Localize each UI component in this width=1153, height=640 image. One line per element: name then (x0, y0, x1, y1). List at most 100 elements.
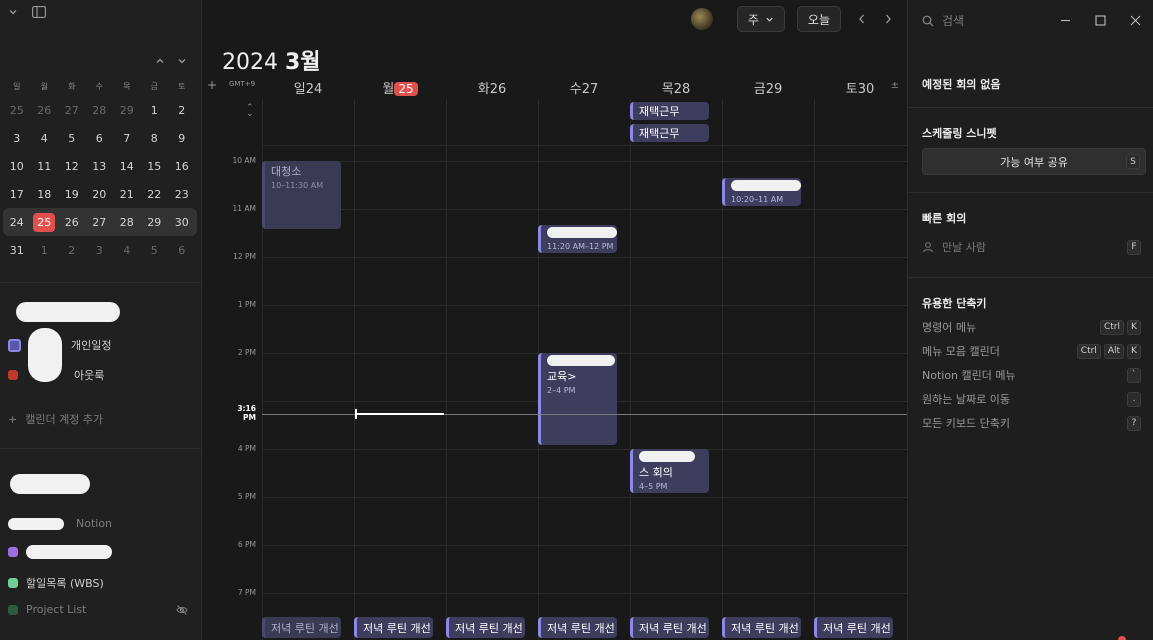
mini-calendar-day[interactable]: 29 (141, 216, 169, 229)
database-item-wbs[interactable]: 할일목록 (WBS) (8, 575, 104, 591)
mini-calendar-day[interactable]: 12 (58, 160, 86, 173)
mini-calendar-day[interactable]: 31 (3, 244, 31, 257)
day-header-0[interactable]: 일24 (262, 78, 354, 97)
mini-calendar-day[interactable]: 15 (141, 160, 169, 173)
mini-calendar-day[interactable]: 26 (58, 216, 86, 229)
mini-calendar-day[interactable]: 18 (31, 188, 59, 201)
mini-calendar-day[interactable]: 3 (86, 244, 114, 257)
mini-calendar-day[interactable]: 21 (113, 188, 141, 201)
mini-calendar-day[interactable]: 9 (168, 132, 196, 145)
event[interactable]: 11:20 AM–12 PM (538, 225, 617, 253)
event-time: 10–11:30 AM (271, 181, 324, 190)
event-evening-routine[interactable]: 저녁 루틴 개선 (814, 617, 893, 638)
mini-calendar-day[interactable]: 11 (31, 160, 59, 173)
mini-calendar-day[interactable]: 17 (3, 188, 31, 201)
time-grid[interactable]: ⌃ ⌄ 재택근무 재택근무 대청소 10–11:30 AM 10:20–11 AM… (202, 99, 907, 640)
mini-calendar-day[interactable]: 27 (58, 104, 86, 117)
event-cleaning[interactable]: 대청소 10–11:30 AM (262, 161, 341, 229)
day-number: 2 (178, 103, 186, 117)
event-evening-routine[interactable]: 저녁 루틴 개선 (630, 617, 709, 638)
mini-calendar-day[interactable]: 14 (113, 160, 141, 173)
mini-calendar-day[interactable]: 27 (86, 216, 114, 229)
mini-calendar-day[interactable]: 29 (113, 104, 141, 117)
calendar-label: 아웃룩 (74, 369, 105, 382)
event-remote-work[interactable]: 재택근무 (630, 102, 709, 120)
mini-calendar-day[interactable]: 6 (86, 132, 114, 145)
database-item[interactable] (8, 545, 112, 559)
database-item-project-list[interactable]: Project List (8, 603, 188, 616)
mini-calendar-day[interactable]: 6 (168, 244, 196, 257)
event[interactable]: 10:20–11 AM (722, 178, 801, 206)
sidebar-toggle-icon[interactable] (32, 6, 46, 18)
mini-calendar-day[interactable]: 26 (31, 104, 59, 117)
add-calendar-account-button[interactable]: + 캘린더 계정 추가 (8, 411, 103, 427)
maximize-icon[interactable] (1095, 15, 1106, 26)
event-remote-work[interactable]: 재택근무 (630, 124, 709, 142)
shortcut-label: 모든 키보드 단축키 (922, 417, 1010, 430)
chevron-left-icon[interactable] (857, 13, 867, 25)
day-number: 25 (9, 103, 24, 117)
plus-icon[interactable]: + (207, 78, 217, 92)
avatar[interactable] (690, 8, 713, 30)
chevron-down-icon[interactable] (177, 56, 187, 66)
checkbox-icon[interactable] (8, 338, 21, 352)
mini-calendar-today[interactable]: 25 (31, 212, 59, 232)
mini-calendar-day[interactable]: 28 (113, 216, 141, 229)
expand-icon[interactable]: ± (891, 80, 899, 91)
mini-calendar-day[interactable]: 23 (168, 188, 196, 201)
search-icon[interactable] (922, 15, 934, 27)
today-button[interactable]: 오늘 (796, 6, 841, 32)
mini-calendar-day[interactable]: 4 (113, 244, 141, 257)
close-icon[interactable] (1130, 15, 1141, 26)
event-training[interactable]: 교육> 2–4 PM (538, 353, 617, 445)
mini-calendar-day[interactable]: 8 (141, 132, 169, 145)
mini-calendar-day[interactable]: 1 (141, 104, 169, 117)
mini-calendar-day[interactable]: 5 (58, 132, 86, 145)
chevron-down-icon[interactable] (8, 6, 18, 18)
event-evening-routine[interactable]: 저녁 루틴 개선 (446, 617, 525, 638)
mini-calendar-day[interactable]: 25 (3, 104, 31, 117)
meet-with-input[interactable]: 만날 사람 F (922, 239, 1141, 255)
event-evening-routine[interactable]: 저녁 루틴 개선 (538, 617, 617, 638)
mini-calendar-day[interactable]: 5 (141, 244, 169, 257)
event-evening-routine[interactable]: 저녁 루틴 개선 (722, 617, 801, 638)
chevron-up-icon[interactable] (155, 56, 165, 66)
mini-calendar-day[interactable]: 22 (141, 188, 169, 201)
search-input[interactable]: 검색 (942, 12, 1060, 29)
calendar-item-personal[interactable]: 개인일정 (8, 337, 111, 353)
mini-calendar-day[interactable]: 10 (3, 160, 31, 173)
event-meeting[interactable]: 스 회의 4–5 PM (630, 449, 709, 493)
day-header-5[interactable]: 금29 (722, 78, 814, 97)
event-evening-routine[interactable]: 저녁 루틴 개선 (354, 617, 433, 638)
mini-calendar-day[interactable]: 20 (86, 188, 114, 201)
mini-calendar-day[interactable]: 7 (113, 132, 141, 145)
notion-workspace-header: Notion (8, 517, 112, 530)
mini-calendar-day[interactable]: 2 (168, 104, 196, 117)
redacted-mark (16, 302, 120, 322)
day-header-2[interactable]: 화26 (446, 78, 538, 97)
mini-calendar-day[interactable]: 24 (3, 216, 31, 229)
share-availability-button[interactable]: 가능 여부 공유 S (922, 148, 1146, 175)
day-number: 31 (9, 243, 24, 257)
day-number: 8 (150, 131, 158, 145)
mini-calendar-day[interactable]: 30 (168, 216, 196, 229)
day-header-4[interactable]: 목28 (630, 78, 722, 97)
mini-calendar-day[interactable]: 28 (86, 104, 114, 117)
mini-calendar-day[interactable]: 2 (58, 244, 86, 257)
mini-calendar-day[interactable]: 4 (31, 132, 59, 145)
mini-calendar-day[interactable]: 3 (3, 132, 31, 145)
day-header-3[interactable]: 수27 (538, 78, 630, 97)
weekday-label: 월 (382, 82, 395, 97)
event-evening-routine[interactable]: 저녁 루틴 개선 (262, 617, 341, 638)
day-header-1[interactable]: 월 25 (354, 78, 446, 97)
mini-calendar-day[interactable]: 19 (58, 188, 86, 201)
chevron-right-icon[interactable] (883, 13, 893, 25)
collapse-icon[interactable]: ⌃ ⌄ (246, 104, 254, 119)
calendar-item-outlook[interactable]: 아웃룩 (8, 367, 104, 383)
mini-calendar-day[interactable]: 16 (168, 160, 196, 173)
minimize-icon[interactable] (1060, 15, 1071, 26)
eye-off-icon[interactable] (176, 604, 188, 616)
mini-calendar-day[interactable]: 1 (31, 244, 59, 257)
view-select-button[interactable]: 주 (736, 6, 785, 32)
mini-calendar-day[interactable]: 13 (86, 160, 114, 173)
